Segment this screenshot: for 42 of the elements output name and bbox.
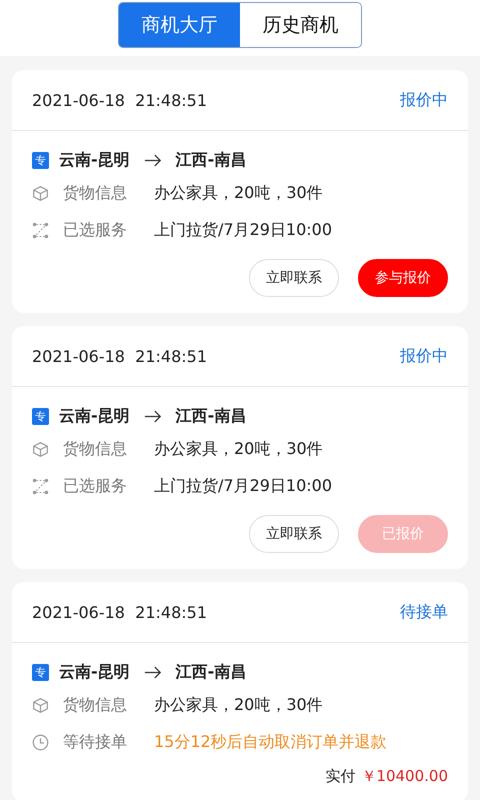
field-label: 等待接单 <box>63 732 128 753</box>
order-time: 2021-06-18 21:48:51 <box>32 346 208 366</box>
origin-city: 云南-昆明 <box>59 406 130 426</box>
arrow-icon <box>144 666 162 678</box>
order-status: 待接单 <box>400 602 448 622</box>
arrow-icon <box>144 154 162 166</box>
destination-city: 江西-南昌 <box>176 406 246 426</box>
special-badge: 专 <box>32 152 49 168</box>
order-status: 报价中 <box>400 90 448 110</box>
order-status: 报价中 <box>400 346 448 366</box>
paid-amount: ￥10400.00 <box>361 767 448 786</box>
countdown-text: 15分12秒后自动取消订单并退款 <box>154 732 387 753</box>
special-badge: 专 <box>32 408 49 424</box>
paid-label: 实付 <box>325 767 356 786</box>
destination-city: 江西-南昌 <box>176 662 246 682</box>
field-label: 已选服务 <box>63 476 128 497</box>
box-icon <box>32 441 49 458</box>
box-icon <box>32 697 49 714</box>
dotted-route-icon <box>32 222 49 239</box>
field-value: 办公家具，20吨，30件 <box>154 183 323 204</box>
field-label: 货物信息 <box>63 695 128 716</box>
field-value: 上门拉货/7月29日10:00 <box>154 220 332 241</box>
destination-city: 江西-南昌 <box>176 150 246 170</box>
field-value: 办公家具，20吨，30件 <box>154 439 323 460</box>
origin-city: 云南-昆明 <box>59 150 130 170</box>
contact-button[interactable]: 立即联系 <box>249 515 339 553</box>
clock-icon <box>32 734 49 751</box>
field-value: 上门拉货/7月29日10:00 <box>154 476 332 497</box>
quote-button[interactable]: 参与报价 <box>358 259 448 297</box>
arrow-icon <box>144 410 162 422</box>
origin-city: 云南-昆明 <box>59 662 130 682</box>
order-time: 2021-06-18 21:48:51 <box>32 602 208 622</box>
order-time: 2021-06-18 21:48:51 <box>32 90 208 110</box>
field-label: 已选服务 <box>63 220 128 241</box>
dotted-route-icon <box>32 478 49 495</box>
contact-button[interactable]: 立即联系 <box>249 259 339 297</box>
field-label: 货物信息 <box>63 183 128 204</box>
tab[interactable]: 商机大厅 <box>119 3 240 47</box>
special-badge: 专 <box>32 664 49 680</box>
field-label: 货物信息 <box>63 439 128 460</box>
field-value: 办公家具，20吨，30件 <box>154 695 323 716</box>
box-icon <box>32 185 49 202</box>
